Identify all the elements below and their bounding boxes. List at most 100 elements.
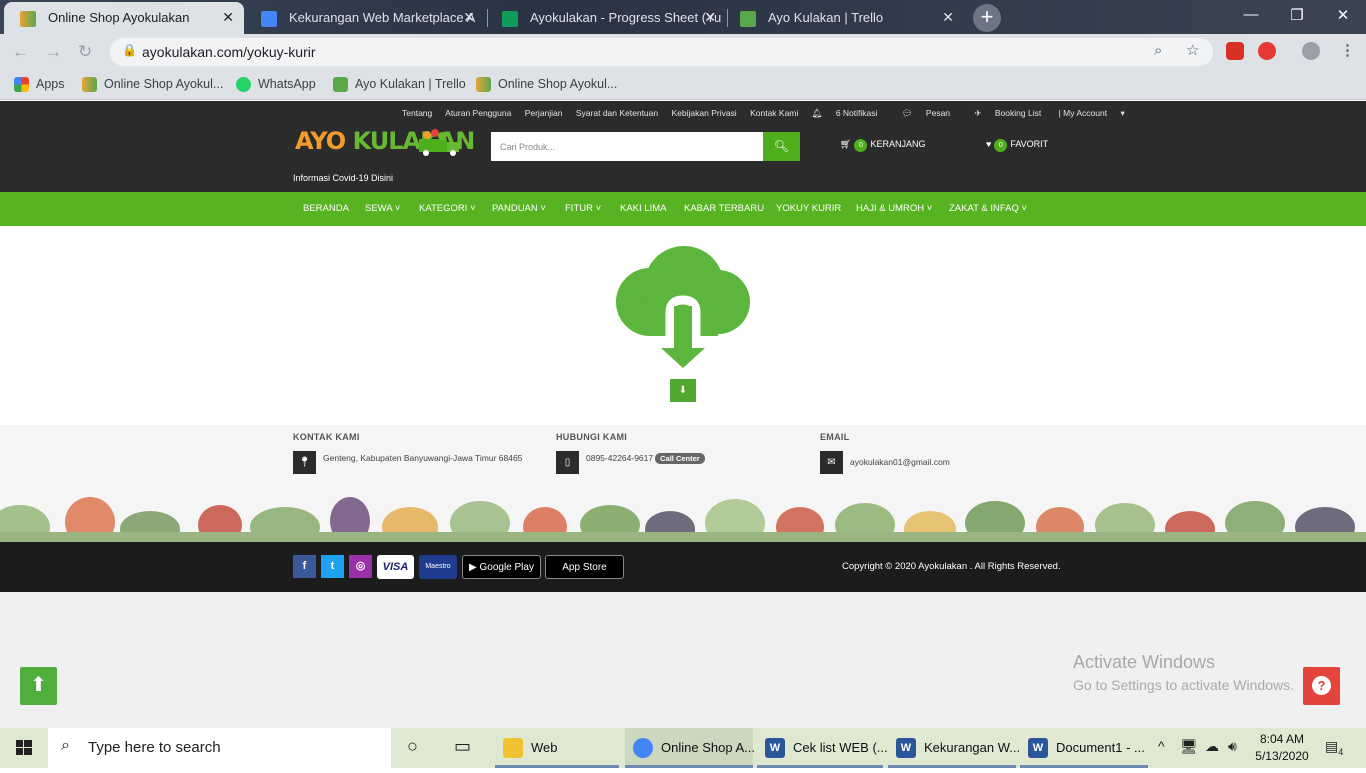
- close-icon[interactable]: ✕: [463, 9, 475, 26]
- restore-icon[interactable]: ❐: [1282, 6, 1312, 24]
- windows-logo-icon: [16, 740, 32, 755]
- profile-icon[interactable]: [1302, 42, 1320, 60]
- star-icon[interactable]: ☆: [1186, 41, 1199, 59]
- address-bar[interactable]: 🔒 ayokulakan.com/yokuy-kurir: [110, 38, 1213, 66]
- nav-zakat-infaq[interactable]: ZAKAT & INFAQ ˅: [949, 203, 1027, 214]
- nav-fitur[interactable]: FITUR ˅: [565, 203, 601, 214]
- tab-title: Kekurangan Web Marketplace A: [289, 10, 476, 25]
- folder-icon: [503, 738, 523, 758]
- extension-icon[interactable]: [1226, 42, 1244, 60]
- bookmark-trello[interactable]: Ayo Kulakan | Trello: [333, 77, 466, 92]
- envelope-icon: ✉: [820, 451, 843, 474]
- minimize-icon[interactable]: —: [1236, 6, 1266, 23]
- search-icon: 🔍︎: [773, 139, 790, 153]
- link-aturan[interactable]: Aturan Pengguna: [445, 108, 511, 118]
- scroll-to-top-button[interactable]: ⬆: [20, 667, 57, 705]
- nav-yokuy-kurir[interactable]: YOKUY KURIR: [776, 203, 841, 214]
- nav-kabar-terbaru[interactable]: KABAR TERBARU: [684, 203, 764, 214]
- facebook-icon[interactable]: f: [293, 555, 316, 578]
- close-icon[interactable]: ✕: [704, 9, 716, 26]
- show-hidden-icons[interactable]: ^: [1158, 738, 1165, 754]
- taskbar-clock[interactable]: 8:04 AM 5/13/2020: [1250, 731, 1314, 765]
- search-input[interactable]: Cari Produk...: [491, 132, 763, 161]
- google-play-badge[interactable]: ▶ Google Play: [462, 555, 541, 579]
- tab-trello[interactable]: Ayo Kulakan | Trello ✕: [724, 2, 964, 34]
- reload-icon[interactable]: ↻: [78, 42, 92, 62]
- nav-kaki-lima[interactable]: KAKI LIMA: [620, 203, 666, 214]
- bookmark-whatsapp[interactable]: WhatsApp: [236, 77, 316, 92]
- start-button[interactable]: [0, 728, 48, 768]
- google-docs-icon: [261, 11, 277, 27]
- cart-link[interactable]: 🛒︎ 0 KERANJANG: [840, 139, 925, 152]
- twitter-icon[interactable]: t: [321, 555, 344, 578]
- site-logo[interactable]: AYO KULAKAN: [295, 127, 475, 156]
- taskbar-app-chrome[interactable]: Online Shop A...: [625, 728, 755, 768]
- bookmark-online-shop-2[interactable]: Online Shop Ayokul...: [476, 77, 617, 92]
- browser-toolbar: ← → ↻ 🔒 ayokulakan.com/yokuy-kurir ⌕ ☆ ⋮: [0, 34, 1366, 70]
- word-icon: W: [1028, 738, 1048, 758]
- help-button[interactable]: ?: [1303, 667, 1340, 705]
- link-kebijakan[interactable]: Kebijakan Privasi: [672, 108, 737, 118]
- taskbar-app-word-document1[interactable]: W Document1 - ...: [1020, 728, 1148, 768]
- covid-info-link[interactable]: Informasi Covid-19 Disini: [293, 173, 393, 183]
- vegetables-background-image: [0, 497, 1366, 542]
- nav-sewa[interactable]: SEWA ˅: [365, 203, 400, 214]
- forward-icon[interactable]: →: [45, 42, 62, 62]
- contact-title: KONTAK KAMI: [293, 432, 360, 442]
- tab-progress-sheet[interactable]: Ayokulakan - Progress Sheet (Yu ✕: [486, 2, 726, 34]
- zoom-icon[interactable]: ⌕: [1154, 42, 1162, 59]
- bookmark-apps[interactable]: Apps: [14, 77, 65, 92]
- nav-kategori[interactable]: KATEGORI ˅: [419, 203, 476, 214]
- close-icon[interactable]: ✕: [222, 9, 234, 26]
- download-button[interactable]: ⬇: [670, 379, 696, 402]
- link-tentang[interactable]: Tentang: [402, 108, 432, 118]
- favorite-link[interactable]: ♥ 0 FAVORIT: [986, 139, 1048, 152]
- nav-haji-umroh[interactable]: HAJI & UMROH ˅: [856, 203, 932, 214]
- link-my-account[interactable]: | My Account ▾: [1059, 108, 1125, 118]
- cortana-icon[interactable]: ○: [407, 736, 418, 757]
- link-booking[interactable]: ✈ Booking List: [974, 108, 1052, 118]
- link-pesan[interactable]: 💬︎ Pesan: [902, 108, 961, 118]
- question-icon: ?: [1312, 676, 1331, 695]
- volume-icon[interactable]: 🔊︎: [1228, 738, 1237, 755]
- tab-online-shop[interactable]: Online Shop Ayokulakan ✕: [4, 2, 244, 34]
- instagram-icon[interactable]: ◎: [349, 555, 372, 578]
- extension-icon[interactable]: [1258, 42, 1276, 60]
- taskbar-app-web[interactable]: Web: [495, 728, 619, 768]
- nav-beranda[interactable]: BERANDA: [303, 203, 349, 214]
- back-icon[interactable]: ←: [12, 42, 29, 62]
- link-kontak[interactable]: Kontak Kami: [750, 108, 798, 118]
- taskbar-app-word-ceklist[interactable]: W Cek list WEB (...: [757, 728, 888, 768]
- close-icon[interactable]: ✕: [942, 9, 954, 26]
- taskbar-app-word-kekurangan[interactable]: W Kekurangan W...: [888, 728, 1020, 768]
- tab-title: Ayokulakan - Progress Sheet (Yu: [530, 10, 722, 25]
- hub-phone[interactable]: 0895-42264-9617 Call Center: [586, 453, 705, 464]
- footer-bottom-bar: [0, 542, 1366, 592]
- nav-panduan[interactable]: PANDUAN ˅: [492, 203, 546, 214]
- app-store-badge[interactable]: App Store: [545, 555, 624, 579]
- tab-kekurangan[interactable]: Kekurangan Web Marketplace A ✕: [245, 2, 485, 34]
- contact-address: Genteng, Kabupaten Banyuwangi-Jawa Timur…: [323, 453, 523, 463]
- windows-taskbar: ⌕ Type here to search ○ ▭ Web Online Sho…: [0, 728, 1366, 768]
- task-view-icon[interactable]: ▭: [454, 736, 471, 757]
- link-perjanjian[interactable]: Perjanjian: [525, 108, 563, 118]
- site-header: Tentang Aturan Pengguna Perjanjian Syara…: [0, 101, 1366, 192]
- email-address[interactable]: ayokulakan01@gmail.com: [850, 457, 950, 467]
- notification-center-icon[interactable]: ▤4: [1325, 738, 1343, 757]
- favorite-count: 0: [994, 139, 1008, 152]
- taskbar-search-input[interactable]: ⌕ Type here to search: [48, 728, 391, 768]
- copyright-text: Copyright © 2020 Ayokulakan . All Rights…: [842, 561, 1061, 572]
- new-tab-button[interactable]: +: [973, 4, 1001, 32]
- search-button[interactable]: 🔍︎: [763, 132, 800, 161]
- ayokulakan-favicon: [82, 77, 97, 92]
- bookmark-online-shop[interactable]: Online Shop Ayokul...: [82, 77, 223, 92]
- link-syarat[interactable]: Syarat dan Ketentuan: [576, 108, 658, 118]
- word-icon: W: [896, 738, 916, 758]
- call-center-badge: Call Center: [655, 453, 705, 464]
- bell-icon: 🔔︎: [811, 108, 825, 118]
- link-notifikasi[interactable]: 🔔︎ 6 Notifikasi: [812, 108, 889, 118]
- window-close-icon[interactable]: ✕: [1328, 6, 1358, 24]
- onedrive-icon[interactable]: ☁: [1205, 738, 1219, 755]
- network-icon[interactable]: 🖥︎: [1180, 738, 1198, 755]
- menu-icon[interactable]: ⋮: [1340, 41, 1355, 59]
